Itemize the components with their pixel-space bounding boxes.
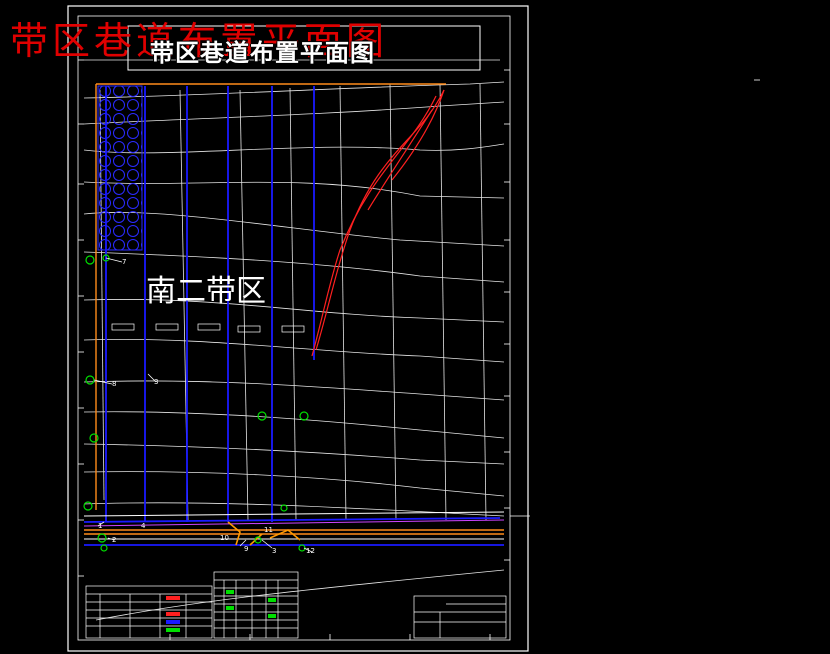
gob-area: [97, 85, 143, 251]
title-block: [413, 595, 507, 639]
point-label: 12: [306, 547, 315, 555]
point-label: 8: [112, 380, 116, 388]
zone-label: 南二带区: [146, 274, 266, 309]
point-label: 7: [122, 258, 126, 266]
point-label: 1: [98, 522, 102, 530]
point-label: 3: [272, 547, 276, 555]
legend-table-right: [213, 571, 299, 639]
roadway-tags: [111, 323, 305, 333]
drawing-title: 带区巷道布置平面图: [150, 39, 375, 67]
point-label: 11: [264, 526, 273, 534]
point-label: 3: [154, 378, 158, 386]
drawing-canvas: 7 8 3 2 1 4 10 9 11 12 3: [67, 5, 760, 652]
point-label: 10: [220, 534, 229, 542]
point-label: 2: [112, 536, 116, 544]
legend-table-left: [85, 585, 213, 639]
legend-table-left-fills: [166, 596, 180, 632]
point-label: 4: [141, 522, 146, 530]
inner-frame: [77, 15, 511, 641]
stray-marks: [510, 79, 760, 517]
point-label: 9: [244, 545, 248, 553]
